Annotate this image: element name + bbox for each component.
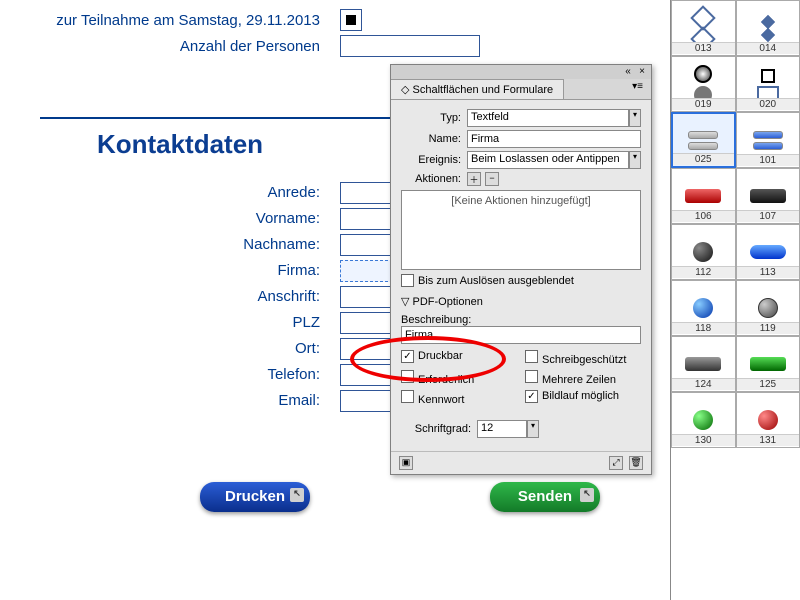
readonly-checkbox[interactable] — [525, 350, 538, 363]
library-item-id: 106 — [672, 210, 735, 222]
library-item-id: 107 — [737, 210, 800, 222]
library-item-id: 119 — [737, 322, 800, 334]
library-item-118[interactable]: 118 — [671, 280, 736, 336]
pdf-options-header[interactable]: ▽ PDF-Optionen — [401, 295, 641, 308]
name-label: Name: — [401, 133, 461, 145]
chevron-down-icon[interactable]: ▾ — [629, 151, 641, 169]
library-item-107[interactable]: 107 — [736, 168, 800, 224]
panel-tab-title[interactable]: ◇ Schaltflächen und Formulare — [391, 79, 564, 99]
anschrift-label: Anschrift: — [40, 288, 320, 305]
library-item-020[interactable]: 020 — [736, 56, 800, 112]
convert-icon[interactable]: ⤢ — [609, 456, 623, 470]
event-label: Ereignis: — [401, 154, 461, 166]
library-item-125[interactable]: 125 — [736, 336, 800, 392]
library-item-id: 013 — [672, 42, 735, 54]
panel-menu-icon[interactable]: ▾≡ — [624, 79, 651, 99]
library-item-id: 124 — [672, 378, 735, 390]
panel-collapse-icon[interactable]: « — [623, 66, 633, 78]
library-item-124[interactable]: 124 — [671, 336, 736, 392]
library-item-106[interactable]: 106 — [671, 168, 736, 224]
actions-label: Aktionen: — [401, 173, 461, 185]
library-item-112[interactable]: 112 — [671, 224, 736, 280]
library-item-id: 130 — [672, 434, 735, 446]
hidden-until-triggered-label: Bis zum Auslösen ausgeblendet — [418, 275, 574, 287]
nachname-label: Nachname: — [40, 236, 320, 253]
library-item-id: 019 — [672, 98, 735, 110]
fontsize-label: Schriftgrad: — [401, 423, 471, 435]
firma-label: Firma: — [40, 262, 320, 279]
description-input[interactable] — [401, 326, 641, 344]
actions-list[interactable]: [Keine Aktionen hinzugefügt] — [401, 190, 641, 270]
library-item-131[interactable]: 131 — [736, 392, 800, 448]
event-select[interactable]: Beim Loslassen oder Antippen — [467, 151, 629, 169]
vorname-label: Vorname: — [40, 210, 320, 227]
send-button[interactable]: Senden↖ — [490, 482, 600, 512]
trash-icon[interactable]: 🗑 — [629, 456, 643, 470]
library-item-id: 112 — [672, 266, 735, 278]
pointer-icon: ↖ — [290, 488, 304, 502]
chevron-down-icon[interactable]: ▾ — [629, 109, 641, 127]
preview-icon[interactable]: ▣ — [399, 456, 413, 470]
library-item-id: 101 — [737, 154, 800, 166]
button-library: 0130140190200251011061071121131181191241… — [670, 0, 800, 600]
library-item-019[interactable]: 019 — [671, 56, 736, 112]
library-item-025[interactable]: 025 — [671, 112, 736, 168]
telefon-label: Telefon: — [40, 366, 320, 383]
personen-input[interactable] — [340, 35, 480, 57]
name-input[interactable] — [467, 130, 641, 148]
library-item-101[interactable]: 101 — [736, 112, 800, 168]
email-label: Email: — [40, 392, 320, 409]
library-item-013[interactable]: 013 — [671, 0, 736, 56]
contact-heading: Kontaktdaten — [40, 129, 320, 160]
plz-label: PLZ — [40, 314, 320, 331]
library-item-130[interactable]: 130 — [671, 392, 736, 448]
library-item-id: 025 — [673, 153, 734, 165]
chevron-down-icon[interactable]: ▾ — [527, 420, 539, 438]
fontsize-select[interactable]: 12 — [477, 420, 527, 438]
library-item-119[interactable]: 119 — [736, 280, 800, 336]
panel-close-icon[interactable]: × — [637, 66, 647, 78]
required-checkbox[interactable] — [401, 370, 414, 383]
library-item-id: 020 — [737, 98, 800, 110]
pointer-icon: ↖ — [580, 488, 594, 502]
library-item-014[interactable]: 014 — [736, 0, 800, 56]
hidden-until-triggered-checkbox[interactable] — [401, 274, 414, 287]
multiline-checkbox[interactable] — [525, 370, 538, 383]
library-item-id: 125 — [737, 378, 800, 390]
printable-checkbox[interactable]: ✓ — [401, 350, 414, 363]
scrollable-checkbox[interactable]: ✓ — [525, 390, 538, 403]
type-select[interactable]: Textfeld — [467, 109, 629, 127]
library-item-id: 118 — [672, 322, 735, 334]
password-checkbox[interactable] — [401, 390, 414, 403]
samstag-radio[interactable] — [340, 9, 362, 31]
ort-label: Ort: — [40, 340, 320, 357]
library-item-id: 131 — [737, 434, 800, 446]
description-label: Beschreibung: — [401, 314, 641, 326]
type-label: Typ: — [401, 112, 461, 124]
samstag-label: zur Teilnahme am Samstag, 29.11.2013 — [40, 12, 320, 29]
personen-label: Anzahl der Personen — [40, 38, 320, 55]
remove-action-icon[interactable]: − — [485, 172, 499, 186]
form-properties-panel: « × ◇ Schaltflächen und Formulare ▾≡ Typ… — [390, 64, 652, 475]
anrede-label: Anrede: — [40, 184, 320, 201]
print-button[interactable]: Drucken↖ — [200, 482, 310, 512]
library-item-113[interactable]: 113 — [736, 224, 800, 280]
library-item-id: 113 — [737, 266, 800, 278]
add-action-icon[interactable]: ＋ — [467, 172, 481, 186]
library-item-id: 014 — [737, 42, 800, 54]
